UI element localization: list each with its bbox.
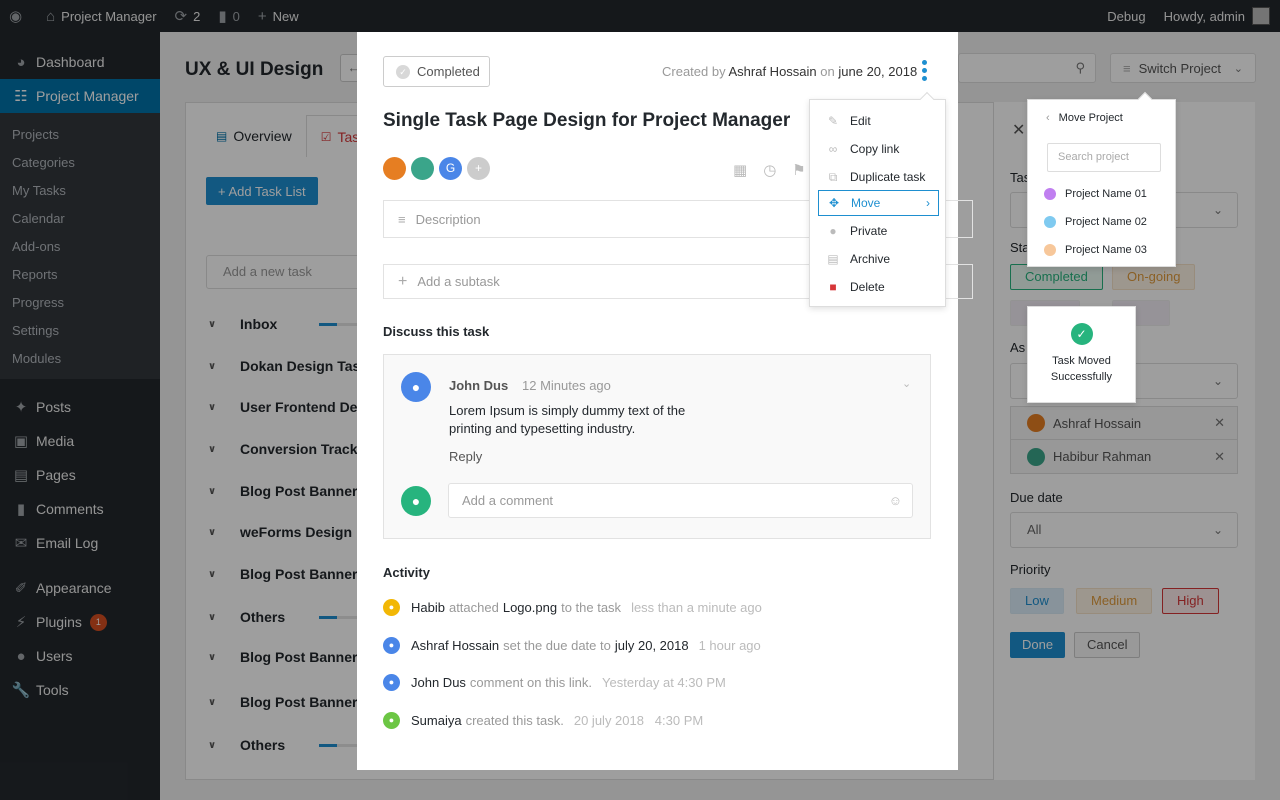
discuss-heading: Discuss this task	[383, 324, 490, 339]
comment-time: 12 Minutes ago	[522, 378, 611, 393]
emoji-icon[interactable]: ☺	[889, 484, 902, 517]
comment-text: Lorem Ipsum is simply dummy text of the …	[449, 403, 686, 436]
menu-item-label: Move	[851, 196, 881, 210]
menu-item-copy-link[interactable]: ∞ Copy link	[818, 136, 939, 162]
menu-item-label: Archive	[850, 252, 891, 266]
toast-message: Task Moved Successfully	[1050, 355, 1113, 383]
project-color-dot	[1044, 244, 1056, 256]
activity-heading: Activity	[383, 565, 430, 580]
task-actions-menu: ✎ Edit ∞ Copy link ⧉ Duplicate task ✥ Move › …	[809, 91, 946, 307]
avatar: ●	[383, 598, 400, 616]
avatar[interactable]	[383, 157, 406, 180]
move-project-popover: ‹ Move Project Search project Project Nam…	[1027, 91, 1176, 267]
menu-item-duplicate[interactable]: ⧉ Duplicate task	[818, 164, 939, 190]
move-icon: ✥	[828, 196, 840, 210]
avatar: ●	[383, 636, 400, 654]
avatar[interactable]: G	[439, 157, 462, 180]
move-project-title: Move Project	[1058, 112, 1123, 124]
completed-status-button[interactable]: ✓ Completed	[383, 56, 490, 87]
project-option[interactable]: Project Name 01	[1044, 184, 1147, 204]
created-on-prefix: on	[820, 64, 835, 79]
activity-action: set the due date to	[503, 637, 611, 653]
menu-item-edit[interactable]: ✎ Edit	[818, 108, 939, 134]
task-assignees: G +	[383, 157, 495, 180]
trash-icon: ■	[829, 280, 837, 294]
project-color-dot	[1044, 216, 1056, 228]
activity-action: attached	[448, 599, 499, 615]
creator-name: Ashraf Hossain	[728, 64, 817, 79]
chevron-down-icon[interactable]: ⌄	[902, 377, 911, 390]
reply-link[interactable]: Reply	[449, 449, 482, 464]
menu-item-delete[interactable]: ■ Delete	[818, 274, 939, 300]
chevron-right-icon: ›	[926, 196, 930, 210]
description-placeholder: Description	[415, 211, 481, 227]
check-circle-icon: ✓	[1070, 323, 1093, 345]
avatar: ●	[383, 711, 400, 729]
check-circle-icon: ✓	[396, 64, 410, 79]
project-option[interactable]: Project Name 02	[1044, 212, 1147, 232]
activity-user[interactable]: Ashraf Hossain	[411, 638, 499, 653]
menu-item-label: Delete	[850, 280, 885, 294]
avatar[interactable]	[411, 157, 434, 180]
menu-item-archive[interactable]: ▤ Archive	[818, 246, 939, 272]
activity-item: ● John Dus comment on this link. Yesterday …	[383, 672, 726, 692]
add-user-icon[interactable]: +	[467, 157, 490, 180]
avatar: ●	[383, 673, 400, 691]
project-option-label: Project Name 03	[1065, 244, 1147, 256]
status-label: Completed	[417, 64, 480, 79]
activity-item: ● Ashraf Hossain set the due date to july 2…	[383, 635, 761, 655]
activity-object[interactable]: july 20, 2018	[615, 638, 689, 653]
move-project-header: ‹ Move Project	[1046, 112, 1123, 124]
activity-item: ● Habib attached Logo.png to the task less th…	[383, 597, 762, 617]
calendar-icon[interactable]: ▦	[733, 161, 747, 179]
menu-item-private[interactable]: ● Private	[818, 218, 939, 244]
activity-object[interactable]: Logo.png	[503, 600, 557, 615]
activity-user[interactable]: John Dus	[411, 675, 466, 690]
menu-item-label: Edit	[850, 114, 871, 128]
copy-icon: ⧉	[828, 169, 838, 184]
discussion-box: ● John Dus 12 Minutes ago ⌄ Lorem Ipsum …	[383, 354, 931, 539]
comment-author: John Dus	[449, 378, 509, 393]
activity-time: 20 july 2018 4:30 PM	[573, 712, 704, 728]
menu-item-label: Duplicate task	[850, 170, 926, 184]
created-date: june 20, 2018	[838, 64, 918, 79]
archive-icon: ▤	[827, 252, 839, 266]
chevron-left-icon[interactable]: ‹	[1046, 112, 1050, 124]
success-toast: ✓ Task Moved Successfully	[1027, 306, 1136, 403]
project-option[interactable]: Project Name 03	[1044, 240, 1147, 260]
activity-time: 1 hour ago	[698, 637, 761, 653]
subtask-placeholder: Add a subtask	[417, 274, 500, 289]
search-project-input[interactable]: Search project	[1047, 143, 1161, 172]
activity-action: created this task.	[465, 712, 564, 728]
activity-time: Yesterday at 4:30 PM	[602, 674, 726, 690]
activity-user[interactable]: Sumaiya	[411, 713, 462, 728]
created-by-line: Created by Ashraf Hossain on june 20, 20…	[662, 64, 917, 79]
activity-rest: to the task	[561, 599, 622, 615]
plus-icon: +	[398, 272, 408, 290]
avatar: ●	[401, 372, 431, 402]
menu-item-move[interactable]: ✥ Move ›	[818, 190, 939, 216]
comment-placeholder: Add a comment	[462, 493, 554, 508]
comment-input[interactable]: Add a comment ☺	[448, 483, 913, 518]
text-lines-icon: ≡	[398, 211, 406, 227]
project-option-label: Project Name 02	[1065, 216, 1147, 228]
task-title[interactable]: Single Task Page Design for Project Mana…	[383, 110, 790, 132]
menu-item-label: Private	[850, 224, 888, 238]
tag-icon[interactable]: ⚑	[792, 161, 805, 179]
pencil-icon: ✎	[827, 114, 839, 128]
activity-time: less than a minute ago	[631, 599, 762, 615]
clock-icon[interactable]: ◷	[763, 161, 776, 179]
menu-item-label: Copy link	[850, 142, 900, 156]
activity-action: comment on this link.	[469, 674, 593, 690]
activity-user[interactable]: Habib	[411, 600, 445, 615]
project-option-label: Project Name 01	[1065, 188, 1147, 200]
lock-icon: ●	[829, 224, 837, 238]
avatar: ●	[401, 486, 431, 516]
created-by-prefix: Created by	[662, 64, 726, 79]
activity-item: ● Sumaiya created this task. 20 july 2018 4…	[383, 710, 703, 730]
project-color-dot	[1044, 188, 1056, 200]
more-options-icon[interactable]	[921, 60, 929, 84]
link-icon: ∞	[828, 142, 838, 156]
